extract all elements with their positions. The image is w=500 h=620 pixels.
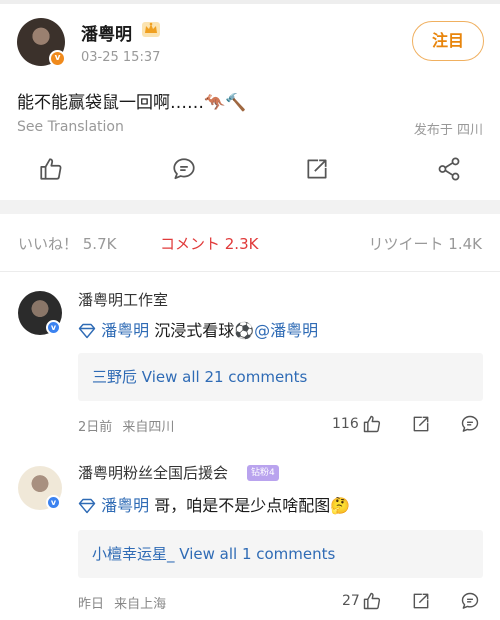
- verified-badge: v: [49, 50, 66, 67]
- thumbs-up-icon[interactable]: [362, 414, 382, 434]
- view-replies-button[interactable]: 小檀幸运星_ View all 1 comments: [78, 530, 483, 578]
- comment-bubble-icon[interactable]: [171, 156, 197, 182]
- comment-emoji: ⚽: [234, 321, 255, 340]
- fan-level-badge: 钻粉4: [247, 465, 279, 481]
- view-replies-button[interactable]: 三野卮 View all 21 comments: [78, 353, 483, 401]
- mention-link[interactable]: @潘粤明: [254, 321, 318, 340]
- comment-text: 潘粤明 哥，咱是不是少点啥配图🤔: [78, 492, 350, 516]
- see-translation-link[interactable]: See Translation: [17, 119, 124, 135]
- stats-bar: いいね！ 5.7K コメント 2.3K リツイート 1.4K: [0, 214, 500, 272]
- like-count: 116: [332, 416, 359, 432]
- post-emoji: 🦘🔨: [204, 93, 247, 113]
- tab-reposts[interactable]: リツイート 1.4K: [369, 233, 482, 254]
- share-out-icon[interactable]: [304, 156, 330, 182]
- top-divider: [0, 0, 500, 4]
- share-nodes-icon[interactable]: [436, 156, 462, 182]
- comment-body: 沉浸式看球: [149, 321, 235, 340]
- thumbs-up-icon[interactable]: [362, 591, 382, 611]
- comment-item: v 潘粤明粉丝全国后援会 钻粉4 潘粤明 哥，咱是不是少点啥配图🤔 小檀幸运星_…: [0, 458, 500, 618]
- post-text: 能不能赢袋鼠一回啊……🦘🔨: [17, 88, 246, 113]
- comment-bubble-icon[interactable]: [460, 591, 480, 611]
- comment-location: 来自四川: [122, 420, 175, 435]
- commenter-name[interactable]: 潘粤明工作室: [78, 289, 168, 310]
- comment-actions: 116: [330, 413, 490, 437]
- like-count: 27: [342, 593, 360, 609]
- crown-icon: [142, 22, 160, 37]
- verified-badge: v: [46, 495, 61, 510]
- comment-time: 2日前: [78, 420, 113, 435]
- post-text-body: 能不能赢袋鼠一回啊……: [17, 93, 204, 113]
- section-divider: [0, 200, 500, 214]
- thumbs-up-icon[interactable]: [38, 156, 64, 182]
- comment-emoji: 🤔: [330, 496, 351, 515]
- comment-actions: 27: [330, 590, 490, 614]
- post-timestamp: 03-25 15:37: [81, 50, 161, 65]
- mention-link[interactable]: 潘粤明: [101, 321, 149, 340]
- post-card: v 潘粤明 03-25 15:37 注目 能不能赢袋鼠一回啊……🦘🔨 See T…: [0, 0, 500, 200]
- reply-count: View all 21 comments: [137, 368, 308, 386]
- comment-bubble-icon[interactable]: [460, 414, 480, 434]
- comment-location: 来自上海: [114, 597, 167, 612]
- diamond-icon: [78, 498, 96, 514]
- comment-item: v 潘粤明工作室 潘粤明 沉浸式看球⚽@潘粤明 三野卮 View all 21 …: [0, 285, 500, 445]
- author-name[interactable]: 潘粤明: [81, 20, 132, 45]
- comment-meta: 2日前 来自四川: [78, 416, 174, 435]
- comment-body: 哥，咱是不是少点啥配图: [149, 496, 331, 515]
- share-out-icon[interactable]: [411, 591, 431, 611]
- commenter-name[interactable]: 潘粤明粉丝全国后援会: [78, 462, 228, 483]
- tab-comments[interactable]: コメント 2.3K: [160, 233, 258, 254]
- post-location: 发布于 四川: [413, 123, 483, 138]
- reply-count: View all 1 comments: [174, 545, 336, 563]
- comment-text: 潘粤明 沉浸式看球⚽@潘粤明: [78, 317, 318, 341]
- share-out-icon[interactable]: [411, 414, 431, 434]
- comment-time: 昨日: [78, 597, 105, 612]
- follow-button[interactable]: 注目: [412, 21, 484, 61]
- mention-link[interactable]: 潘粤明: [101, 496, 149, 515]
- diamond-icon: [78, 323, 96, 339]
- comment-meta: 昨日 来自上海: [78, 593, 166, 612]
- verified-badge: v: [46, 320, 61, 335]
- tab-likes[interactable]: いいね！ 5.7K: [18, 233, 116, 254]
- post-action-bar: [0, 152, 500, 186]
- reply-user: 三野卮: [92, 368, 138, 386]
- reply-user: 小檀幸运星_: [92, 545, 175, 563]
